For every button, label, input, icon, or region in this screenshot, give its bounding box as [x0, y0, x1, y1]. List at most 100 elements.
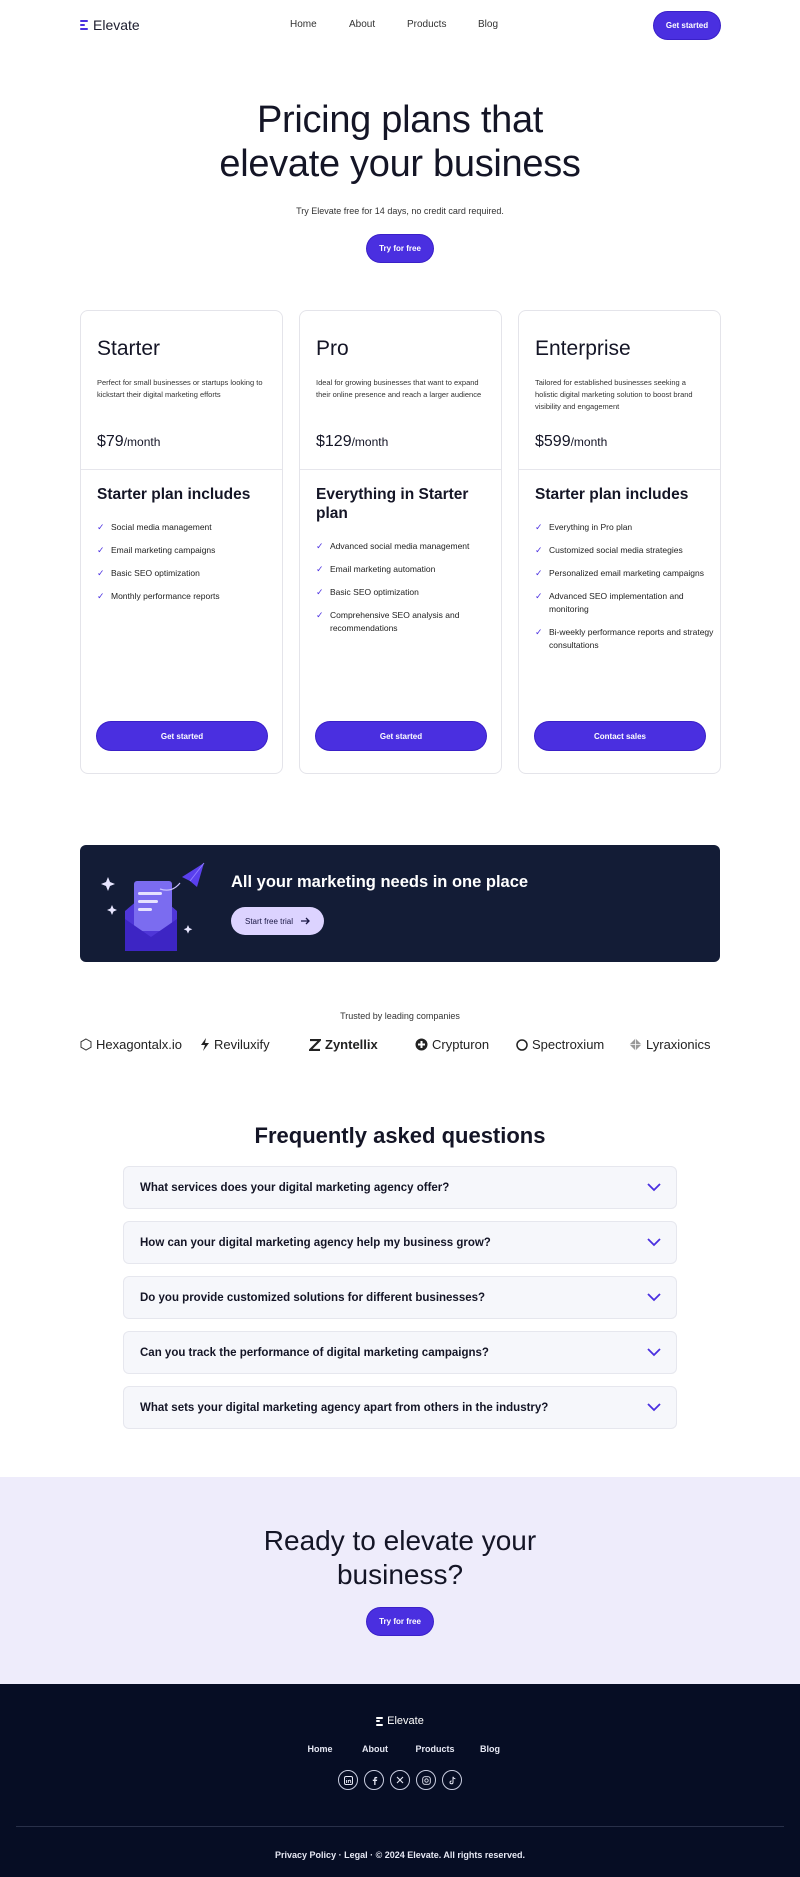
start-free-trial-label: Start free trial	[244, 916, 293, 926]
chevron-down-icon	[647, 1238, 661, 1247]
cta-section: Ready to elevate your business? Try for …	[0, 1477, 800, 1684]
footer-link-about[interactable]: About	[350, 1744, 400, 1754]
faq-question: What sets your digital marketing agency …	[140, 1402, 549, 1414]
nav-link-home[interactable]: Home	[290, 19, 317, 30]
footer: Elevate Home About Products Blog Privacy…	[0, 1684, 800, 1877]
plan-includes-title: Starter plan includes	[97, 486, 251, 503]
plan-includes-title: Starter plan includes	[535, 486, 689, 503]
feature-item: ✓ Advanced social media management	[316, 541, 470, 551]
plan-feature-list: ✓ Social media management ✓ Email marketin…	[97, 521, 277, 613]
footer-brand-logo[interactable]: Elevate	[0, 1715, 800, 1727]
card-divider	[81, 469, 282, 470]
card-divider	[519, 469, 720, 470]
footer-link-blog[interactable]: Blog	[470, 1744, 510, 1754]
faq-item[interactable]: How can your digital marketing agency he…	[123, 1221, 677, 1264]
faq-question: Do you provide customized solutions for …	[140, 1292, 486, 1304]
company-logo-crypturon: Crypturon	[415, 1037, 489, 1052]
check-icon: ✓	[535, 627, 543, 637]
ring-icon	[516, 1038, 528, 1051]
hexagon-icon	[80, 1038, 92, 1051]
company-logo-spectroxium: Spectroxium	[516, 1037, 604, 1052]
feature-item: ✓ Bi-weekly performance reports and strat…	[535, 627, 714, 650]
feature-item: ✓ Advanced SEO implementation and monitor…	[535, 591, 684, 614]
linkedin-icon[interactable]	[338, 1770, 358, 1790]
enterprise-contact-sales-button[interactable]: Contact sales	[535, 722, 705, 750]
company-logo-lyraxionics: Lyraxionics	[629, 1037, 711, 1052]
faq-item[interactable]: Can you track the performance of digital…	[123, 1331, 677, 1374]
nav-link-about[interactable]: About	[349, 19, 375, 30]
company-logo-reviluxify: Reviluxify	[200, 1037, 270, 1052]
check-icon: ✓	[316, 541, 324, 551]
plan-price: $129/month	[316, 433, 389, 450]
page-title-line-2: elevate your business	[219, 143, 581, 185]
hero-try-free-button[interactable]: Try for free	[367, 235, 433, 262]
nav-link-blog[interactable]: Blog	[478, 19, 498, 30]
plan-name: Enterprise	[535, 337, 631, 360]
feature-item: ✓ Personalized email marketing campaigns	[535, 568, 704, 578]
page-title-line-1: Pricing plans that	[256, 99, 544, 141]
promo-banner: All your marketing needs in one place St…	[80, 845, 720, 962]
cta-title-line-1: Ready to elevate your	[263, 1525, 537, 1556]
brand-mark-icon	[80, 20, 89, 30]
company-logo-hexagontalx: Hexagontalx.io	[80, 1037, 182, 1052]
trusted-label: Trusted by leading companies	[340, 1011, 460, 1021]
faq-question: How can your digital marketing agency he…	[140, 1237, 491, 1249]
cta-try-free-button[interactable]: Try for free	[367, 1608, 433, 1635]
faq-item[interactable]: What services does your digital marketin…	[123, 1166, 677, 1209]
starter-get-started-button[interactable]: Get started	[97, 722, 267, 750]
bolt-icon	[201, 1038, 209, 1051]
plan-card-enterprise: Enterprise Tailored for established busi…	[518, 310, 721, 774]
faq-item[interactable]: What sets your digital marketing agency …	[123, 1386, 677, 1429]
chevron-down-icon	[647, 1403, 661, 1412]
facebook-icon[interactable]	[364, 1770, 384, 1790]
feature-item: ✓ Customized social media strategies	[535, 545, 683, 555]
feature-item: ✓ Basic SEO optimization	[97, 568, 200, 578]
feature-item: ✓ Basic SEO optimization	[316, 587, 419, 597]
social-links	[0, 1770, 800, 1790]
chevron-down-icon	[647, 1348, 661, 1357]
z-mark-icon	[309, 1038, 321, 1051]
check-icon: ✓	[316, 610, 324, 620]
chevron-down-icon	[647, 1293, 661, 1302]
footer-link-products[interactable]: Products	[400, 1744, 470, 1754]
faq-item[interactable]: Do you provide customized solutions for …	[123, 1276, 677, 1319]
nav-get-started-button[interactable]: Get started	[654, 12, 720, 39]
cta-title-line-2: business?	[336, 1559, 464, 1590]
brand-logo[interactable]: Elevate	[80, 17, 140, 33]
top-nav: Elevate Home About Products Blog Get sta…	[0, 0, 800, 50]
x-icon[interactable]	[390, 1770, 410, 1790]
arrow-right-icon	[301, 917, 310, 925]
nav-link-products[interactable]: Products	[407, 19, 446, 30]
feature-item: ✓ Everything in Pro plan	[535, 522, 633, 532]
footer-links: Home About Products Blog	[0, 1744, 800, 1754]
tiktok-icon[interactable]	[442, 1770, 462, 1790]
check-icon: ✓	[535, 568, 543, 578]
plan-card-starter: Starter Perfect for small businesses or …	[80, 310, 283, 774]
cta-title: Ready to elevate your business?	[0, 1524, 800, 1592]
plan-card-pro: Pro Ideal for growing businesses that wa…	[299, 310, 502, 774]
start-free-trial-button[interactable]: Start free trial	[231, 907, 324, 935]
plan-feature-list: ✓ Advanced social media management ✓ Email…	[316, 540, 496, 645]
check-icon: ✓	[535, 545, 543, 555]
check-icon: ✓	[97, 522, 105, 532]
faq-question: What services does your digital marketin…	[140, 1182, 450, 1194]
company-logos: Hexagontalx.io Reviluxify Zyntellix Cryp…	[80, 1037, 720, 1055]
check-icon: ✓	[316, 564, 324, 574]
footer-link-home[interactable]: Home	[290, 1744, 350, 1754]
brand-mark-icon	[376, 1716, 384, 1726]
plan-price: $599/month	[535, 433, 608, 450]
card-divider	[300, 469, 501, 470]
check-icon: ✓	[535, 522, 543, 532]
hero-subtitle: Try Elevate free for 14 days, no credit …	[296, 206, 504, 216]
instagram-icon[interactable]	[416, 1770, 436, 1790]
plan-feature-list: ✓ Everything in Pro plan ✓ Customized soci…	[535, 521, 715, 662]
plus-circle-icon	[415, 1038, 428, 1051]
feature-item: ✓ Comprehensive SEO analysis and recommen…	[316, 610, 460, 633]
plan-name: Starter	[97, 337, 161, 360]
pro-get-started-button[interactable]: Get started	[316, 722, 486, 750]
diamond-icon	[629, 1038, 642, 1051]
company-logo-zyntellix: Zyntellix	[309, 1037, 378, 1052]
envelope-illustration-icon	[101, 862, 205, 951]
plan-price: $79/month	[97, 433, 161, 450]
check-icon: ✓	[316, 587, 324, 597]
